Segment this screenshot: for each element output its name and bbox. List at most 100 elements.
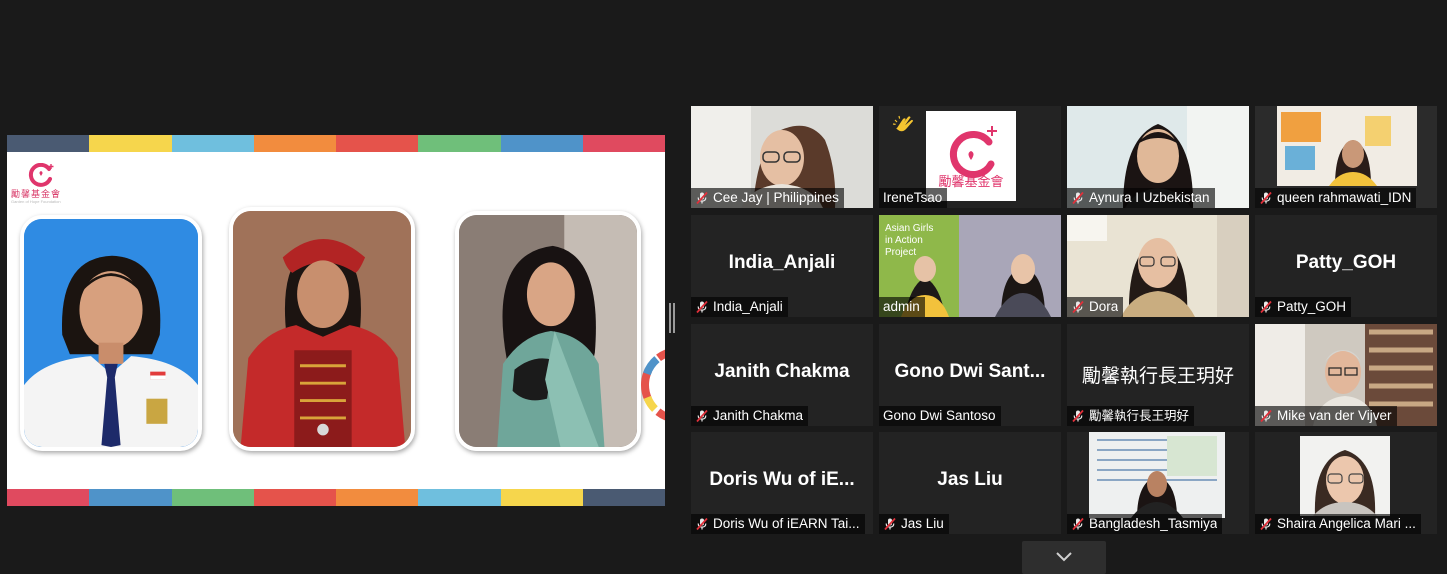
participant-name-label: Mike van der Vijver	[1255, 406, 1397, 426]
clap-icon	[891, 114, 915, 138]
participant-display-name: Doris Wu of iE...	[709, 469, 855, 490]
participant-name-label: India_Anjali	[691, 297, 788, 317]
participant-display-name: Gono Dwi Sant...	[894, 361, 1046, 382]
participant-display-name: Jas Liu	[937, 469, 1003, 490]
participant-name: Doris Wu of iEARN Tai...	[713, 516, 860, 531]
participant-tile[interactable]: India_Anjali India_Anjali	[691, 215, 873, 317]
slide-top-stripe	[7, 135, 665, 152]
svg-text:Project: Project	[885, 247, 916, 258]
slide-decoration-ring	[641, 349, 665, 421]
participant-name: Dora	[1089, 299, 1119, 314]
participant-name-label: Patty_GOH	[1255, 297, 1352, 317]
participant-tile[interactable]: Patty_GOH Patty_GOH	[1255, 215, 1437, 317]
participant-tile[interactable]: 勵馨執行長王玥好 勵馨執行長王玥好	[1067, 324, 1249, 426]
mic-muted-icon	[1260, 409, 1272, 423]
participant-tile[interactable]: Shaira Angelica Mari ...	[1255, 432, 1437, 534]
participant-tile[interactable]: Bangladesh_Tasmiya	[1067, 432, 1249, 534]
chevron-down-icon	[1056, 552, 1072, 562]
slide-bottom-stripe	[7, 489, 665, 506]
participant-display-name: India_Anjali	[728, 252, 836, 273]
participant-name-label: Doris Wu of iEARN Tai...	[691, 514, 865, 534]
participant-name: Mike van der Vijver	[1277, 408, 1392, 423]
participant-tile[interactable]: Doris Wu of iE... Doris Wu of iEARN Tai..…	[691, 432, 873, 534]
slide-photo-woman-saree	[455, 211, 641, 451]
bottom-stripe-segment	[7, 489, 90, 506]
svg-text:in Action: in Action	[885, 235, 923, 246]
bottom-stripe-segment	[582, 489, 665, 506]
participant-name: India_Anjali	[713, 299, 783, 314]
participant-tile[interactable]: queen rahmawati_IDN	[1255, 106, 1437, 208]
mic-muted-icon	[696, 300, 708, 314]
participant-name: admin	[883, 299, 920, 314]
foundation-logo: 勵馨基金會 Garden of Hope Foundation	[11, 163, 71, 205]
mic-muted-icon	[1072, 409, 1084, 423]
participant-name: Gono Dwi Santoso	[883, 408, 996, 423]
participant-tile[interactable]: Aynura I Uzbekistan	[1067, 106, 1249, 208]
participant-tile[interactable]: Dora	[1067, 215, 1249, 317]
participant-name-label: 勵馨執行長王玥好	[1067, 406, 1195, 426]
mic-muted-icon	[1072, 300, 1084, 314]
participant-name: queen rahmawati_IDN	[1277, 190, 1412, 205]
participant-tile[interactable]: 勵馨基金會 IreneTsao	[879, 106, 1061, 208]
top-stripe-segment	[171, 135, 254, 152]
participant-display-name: Janith Chakma	[714, 361, 850, 382]
shared-screen-slide: 勵馨基金會 Garden of Hope Foundation	[7, 135, 665, 506]
participant-name-label: Cee Jay | Philippines	[691, 188, 844, 208]
top-stripe-segment	[253, 135, 336, 152]
participant-name-label: Janith Chakma	[691, 406, 809, 426]
participant-name-label: admin	[879, 297, 925, 317]
bottom-stripe-segment	[253, 489, 336, 506]
slide-photo-student	[20, 215, 202, 451]
bottom-stripe-segment	[89, 489, 172, 506]
participant-tile[interactable]: Gono Dwi Sant... Gono Dwi Santoso	[879, 324, 1061, 426]
mic-muted-icon	[1072, 191, 1084, 205]
svg-text:勵馨基金會: 勵馨基金會	[938, 174, 1003, 190]
foundation-logo-mark-icon	[28, 163, 54, 187]
participant-tile[interactable]: Cee Jay | Philippines	[691, 106, 873, 208]
participant-name-label: Aynura I Uzbekistan	[1067, 188, 1215, 208]
bottom-stripe-segment	[418, 489, 501, 506]
participant-name: Janith Chakma	[713, 408, 804, 423]
top-stripe-segment	[7, 135, 90, 152]
mic-muted-icon	[1260, 191, 1272, 205]
svg-text:Asian Girls: Asian Girls	[885, 223, 933, 234]
participant-tile[interactable]: Jas Liu Jas Liu	[879, 432, 1061, 534]
mic-muted-icon	[884, 517, 896, 531]
participant-name-label: Gono Dwi Santoso	[879, 406, 1001, 426]
participant-tile[interactable]: Janith Chakma Janith Chakma	[691, 324, 873, 426]
participant-name: Aynura I Uzbekistan	[1089, 190, 1210, 205]
mic-muted-icon	[696, 191, 708, 205]
participant-name: Shaira Angelica Mari ...	[1277, 516, 1416, 531]
meeting-window: 勵馨基金會 Garden of Hope Foundation Cee Jay …	[0, 0, 1447, 574]
foundation-logo-english: Garden of Hope Foundation	[11, 199, 61, 204]
bottom-stripe-segment	[171, 489, 254, 506]
top-stripe-segment	[336, 135, 419, 152]
top-stripe-segment	[582, 135, 665, 152]
participant-display-name: Patty_GOH	[1295, 252, 1397, 273]
top-stripe-segment	[418, 135, 501, 152]
participant-name: Bangladesh_Tasmiya	[1089, 516, 1218, 531]
split-view-resize-handle[interactable]	[669, 303, 675, 333]
slide-photo-girl-red-dress	[229, 207, 415, 451]
participant-name-label: queen rahmawati_IDN	[1255, 188, 1417, 208]
bottom-stripe-segment	[336, 489, 419, 506]
participant-name-label: IreneTsao	[879, 188, 948, 208]
top-stripe-segment	[500, 135, 583, 152]
participant-name: IreneTsao	[883, 190, 943, 205]
participant-name: Jas Liu	[901, 516, 944, 531]
participant-name-label: Dora	[1067, 297, 1124, 317]
participant-name: Cee Jay | Philippines	[713, 190, 839, 205]
participant-display-name: 勵馨執行長王玥好	[1081, 365, 1234, 387]
participant-tile[interactable]: Asian Girls in Action Project admin	[879, 215, 1061, 317]
participant-name-label: Bangladesh_Tasmiya	[1067, 514, 1223, 534]
mic-muted-icon	[696, 409, 708, 423]
gallery-scroll-down-button[interactable]	[1022, 541, 1106, 574]
bottom-stripe-segment	[500, 489, 583, 506]
mic-muted-icon	[1072, 517, 1084, 531]
mic-muted-icon	[696, 517, 708, 531]
top-stripe-segment	[89, 135, 172, 152]
participant-tile[interactable]: Mike van der Vijver	[1255, 324, 1437, 426]
participant-name-label: Shaira Angelica Mari ...	[1255, 514, 1421, 534]
mic-muted-icon	[1260, 300, 1272, 314]
participant-name: 勵馨執行長王玥好	[1089, 408, 1190, 423]
